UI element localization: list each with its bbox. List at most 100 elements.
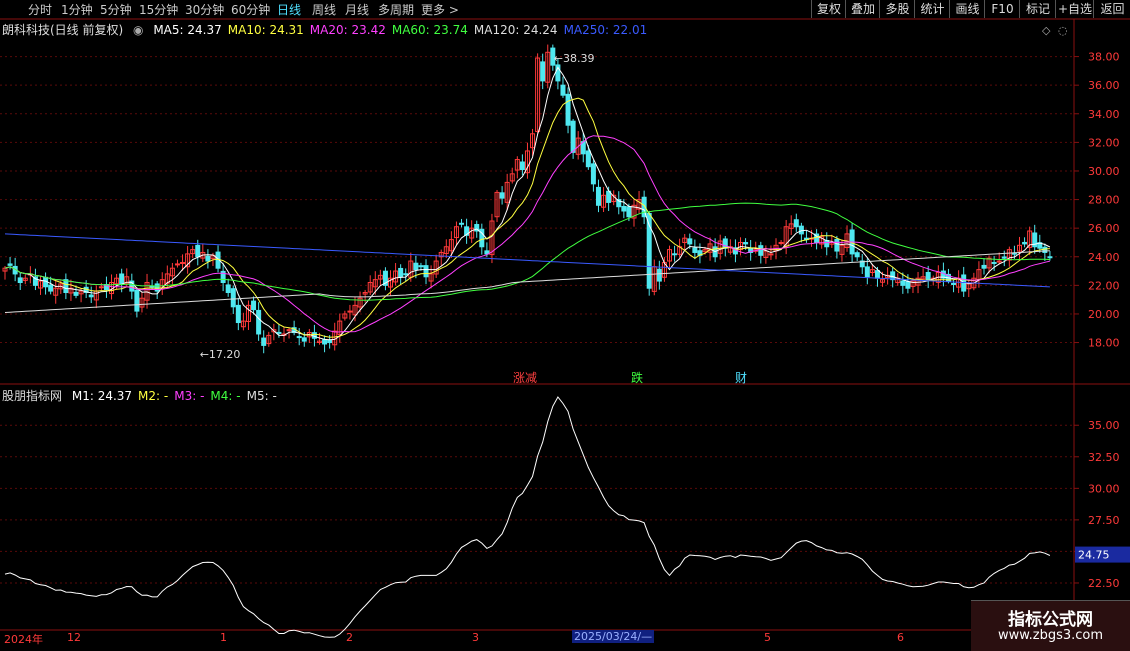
candle-body-9 <box>48 284 54 292</box>
date-axis: 2025/03/24/— 2024年 12 1 2 3 5 6 <box>0 630 971 648</box>
candle-body-132 <box>672 253 678 256</box>
chart-canvas[interactable]: 18.00 20.00 22.00 24.00 26.00 28.00 30.00 32.00… <box>0 0 1130 650</box>
diamond-icon: ◇ <box>1042 24 1051 37</box>
candle-body-1 <box>7 263 13 266</box>
candle-body-102 <box>519 161 525 171</box>
candle-body-129 <box>656 268 662 282</box>
main-ylabel-5: 28.00 <box>1088 194 1120 207</box>
candle-body-168 <box>854 252 860 258</box>
watermark-title: 指标公式网 <box>1008 610 1093 630</box>
zoom-icon: ◌ <box>1058 24 1068 37</box>
candle-body-187 <box>951 282 957 285</box>
watermark: 指标公式网 www.zbgs3.com <box>971 600 1130 651</box>
sub-ylabel-3: 30.00 <box>1088 482 1120 495</box>
candle-body-115 <box>585 150 591 168</box>
candle-body-30 <box>154 283 160 292</box>
candle-body-172 <box>874 270 880 279</box>
date-label-1: 12 <box>67 631 81 644</box>
watermark-url: www.zbgs3.com <box>997 628 1104 643</box>
candle-body-49 <box>251 300 257 311</box>
candle-body-153 <box>778 241 784 244</box>
candle-body-146 <box>743 242 749 245</box>
sub-ylabel-5: 35.00 <box>1088 419 1120 432</box>
sub-ylabel-2: 27.50 <box>1088 514 1120 527</box>
candle-body-178 <box>905 281 911 289</box>
candle-body-17 <box>88 294 94 298</box>
candle-body-44 <box>225 284 231 294</box>
main-ylabel-3: 24.00 <box>1088 251 1120 264</box>
candle-body-112 <box>570 120 576 153</box>
candle-body-90 <box>459 222 465 225</box>
candle-body-56 <box>286 329 292 332</box>
candle-body-83 <box>423 265 429 278</box>
candle-body-59 <box>301 337 307 342</box>
main-ylabel-7: 32.00 <box>1088 136 1120 149</box>
candle-body-12 <box>63 279 69 294</box>
main-ylabel-4: 26.00 <box>1088 222 1120 235</box>
candle-body-68 <box>347 310 353 313</box>
candle-body-51 <box>261 337 267 346</box>
current-value-label: 24.75 <box>1078 549 1110 562</box>
date-label-4: 3 <box>472 631 479 644</box>
candle-body-117 <box>595 186 601 206</box>
candle-body-64 <box>327 339 333 344</box>
candle-body-122 <box>621 205 627 212</box>
candle-body-98 <box>499 192 505 199</box>
candle-body-3 <box>17 277 23 283</box>
candle-body-123 <box>626 206 632 218</box>
candle-body-82 <box>418 265 424 268</box>
candle-body-157 <box>798 225 804 235</box>
event-marker-2: 财 <box>735 371 747 385</box>
main-ylabel-10: 38.00 <box>1088 51 1120 64</box>
date-label-0: 2024年 <box>4 633 43 646</box>
sub-ylabel-4: 32.50 <box>1088 451 1120 464</box>
event-marker-0: 涨减 <box>513 370 537 385</box>
candle-body-197 <box>1001 256 1007 259</box>
candle-body-195 <box>991 261 997 264</box>
candle-body-149 <box>758 245 764 256</box>
candle-body-79 <box>403 273 409 276</box>
candle-body-193 <box>981 264 987 269</box>
candle-body-54 <box>276 331 282 334</box>
candle-body-110 <box>560 84 566 96</box>
candle-body-151 <box>768 253 774 256</box>
candle-body-177 <box>900 280 906 286</box>
main-ylabel-0: 18.00 <box>1088 337 1120 350</box>
candle-body-142 <box>722 238 728 249</box>
candle-body-111 <box>565 93 571 126</box>
candle-body-78 <box>398 267 404 278</box>
candle-body-46 <box>235 304 241 324</box>
candle-body-38 <box>195 244 201 258</box>
date-label-5: 5 <box>764 631 771 644</box>
candle-body-50 <box>256 309 262 335</box>
main-ylabel-8: 34.00 <box>1088 108 1120 121</box>
candle-body-106 <box>540 61 546 82</box>
high-annotation: ←38.39 <box>554 52 595 65</box>
candle-body-135 <box>687 238 693 245</box>
candle-body-205 <box>1042 246 1048 253</box>
event-marker-1: 跌 <box>631 370 643 385</box>
date-label-2: 1 <box>220 631 227 644</box>
date-label-3: 2 <box>346 631 353 644</box>
main-ylabel-9: 36.00 <box>1088 79 1120 92</box>
candle-body-170 <box>864 266 870 278</box>
candle-body-116 <box>590 163 596 185</box>
sub-ylabel-0: 22.50 <box>1088 577 1120 590</box>
candle-body-206 <box>1047 256 1053 259</box>
date-cursor-label: 2025/03/24/— <box>572 630 655 643</box>
low-annotation: ←17.20 <box>200 348 241 361</box>
candle-body-63 <box>322 339 328 345</box>
main-ylabel-1: 20.00 <box>1088 308 1120 321</box>
candle-body-26 <box>134 289 140 312</box>
candle-body-23 <box>119 273 125 285</box>
ma-line-MA5 <box>4 66 1051 341</box>
candle-body-164 <box>834 238 840 252</box>
candle-body-162 <box>824 239 830 248</box>
candle-body-19 <box>98 286 104 289</box>
candle-body-34 <box>174 263 180 266</box>
candle-body-156 <box>793 219 799 228</box>
candle-body-196 <box>996 260 1002 263</box>
candle-body-201 <box>1022 241 1028 245</box>
date-label-6: 6 <box>897 631 904 644</box>
candle-body-14 <box>73 291 79 296</box>
